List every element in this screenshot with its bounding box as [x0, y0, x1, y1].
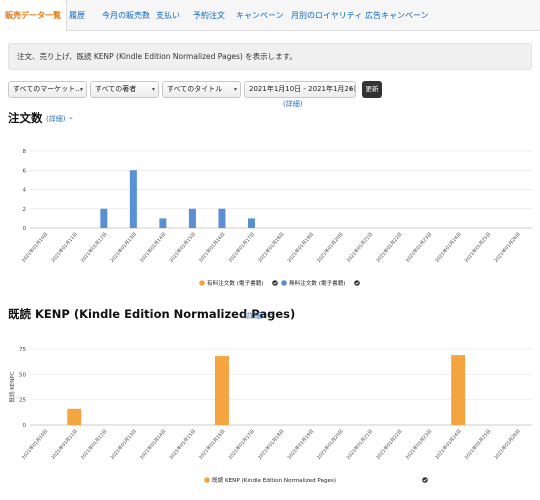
x-tick-label: 2021年01月18日 — [256, 428, 285, 461]
bar — [188, 208, 196, 228]
x-tick-label: 2021年01月15日 — [168, 428, 197, 461]
check-icon — [272, 280, 278, 286]
y-tick-label: 6 — [23, 168, 27, 174]
charts-canvas: 024682021年01月10日 2021年01月11日 2021年01月12日 20… — [8, 149, 532, 484]
x-tick-label: 2021年01月25日 — [463, 428, 492, 461]
legend-label: 既読 KENP (Kindle Edition Normalized Pages… — [212, 476, 336, 484]
x-tick-label: 2021年01月12日 — [79, 428, 108, 461]
x-tick-label: 2021年01月23日 — [404, 428, 433, 461]
x-tick-label: 2021年01月17日 — [227, 428, 256, 461]
bar — [129, 170, 137, 228]
x-tick-label: 2021年01月20日 — [315, 231, 344, 264]
legend-label: 有料注文数 (電子書籍) — [207, 279, 264, 287]
y-tick-label: 4 — [23, 188, 27, 194]
x-tick-label: 2021年01月16日 — [197, 231, 226, 264]
x-tick-label: 2021年01月22日 — [374, 231, 403, 264]
x-tick-label: 2021年01月10日 — [20, 428, 49, 461]
x-tick-label: 2021年01月26日 — [493, 428, 522, 461]
x-tick-label: 2021年01月10日 — [20, 231, 49, 264]
x-tick-label: 2021年01月20日 — [315, 428, 344, 461]
bar — [247, 218, 255, 228]
y-tick-label: 0 — [23, 226, 27, 232]
y-tick-label: 8 — [23, 149, 27, 155]
bar — [159, 218, 167, 228]
y-tick-label: 50 — [19, 372, 26, 378]
x-tick-label: 2021年01月13日 — [109, 231, 138, 264]
x-tick-label: 2021年01月19日 — [286, 428, 315, 461]
x-tick-label: 2021年01月22日 — [374, 428, 403, 461]
x-tick-label: 2021年01月11日 — [50, 428, 79, 461]
x-tick-label: 2021年01月16日 — [197, 428, 226, 461]
x-tick-label: 2021年01月17日 — [227, 231, 256, 264]
x-tick-label: 2021年01月15日 — [168, 231, 197, 264]
bar — [67, 408, 82, 425]
x-tick-label: 2021年01月18日 — [256, 231, 285, 264]
bar — [451, 355, 466, 425]
bar — [214, 356, 229, 425]
y-axis-title: 既読 KENPC — [8, 371, 16, 402]
y-tick-label: 0 — [23, 423, 27, 429]
bar — [100, 208, 108, 228]
y-tick-label: 25 — [19, 398, 26, 404]
check-icon — [422, 477, 428, 483]
legend-label: 無料注文数 (電子書籍) — [289, 279, 346, 287]
x-tick-label: 2021年01月13日 — [109, 428, 138, 461]
x-tick-label: 2021年01月25日 — [463, 231, 492, 264]
y-tick-label: 75 — [19, 347, 26, 353]
x-tick-label: 2021年01月11日 — [50, 231, 79, 264]
x-tick-label: 2021年01月23日 — [404, 231, 433, 264]
x-tick-label: 2021年01月21日 — [345, 428, 374, 461]
x-tick-label: 2021年01月12日 — [79, 231, 108, 264]
x-tick-label: 2021年01月24日 — [433, 231, 462, 264]
legend-swatch — [204, 477, 210, 483]
y-tick-label: 2 — [23, 207, 27, 213]
bar — [218, 208, 226, 228]
check-icon — [354, 280, 360, 286]
x-tick-label: 2021年01月26日 — [493, 231, 522, 264]
x-tick-label: 2021年01月21日 — [345, 231, 374, 264]
legend-swatch — [199, 280, 205, 286]
legend-swatch — [281, 280, 287, 286]
x-tick-label: 2021年01月14日 — [138, 231, 167, 264]
x-tick-label: 2021年01月19日 — [286, 231, 315, 264]
x-tick-label: 2021年01月14日 — [138, 428, 167, 461]
x-tick-label: 2021年01月24日 — [433, 428, 462, 461]
